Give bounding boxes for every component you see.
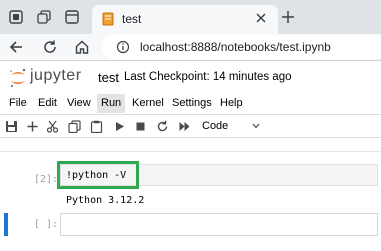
new-tab-icon[interactable] bbox=[280, 9, 296, 25]
jupyter-logo-icon[interactable] bbox=[8, 67, 28, 89]
url-text[interactable]: localhost:8888/notebooks/test.ipynb bbox=[140, 40, 331, 54]
tab-title: test bbox=[122, 12, 142, 26]
back-icon[interactable] bbox=[8, 39, 24, 55]
add-cell-icon[interactable] bbox=[26, 120, 39, 133]
cell-divider bbox=[0, 151, 381, 152]
refresh-icon[interactable] bbox=[42, 39, 58, 55]
tab-actions-icon[interactable] bbox=[36, 9, 52, 25]
menu-edit[interactable]: Edit bbox=[34, 94, 61, 113]
menu-view[interactable]: View bbox=[63, 94, 95, 113]
menu-help[interactable]: Help bbox=[216, 94, 247, 113]
highlight-annotation bbox=[57, 161, 139, 189]
save-icon[interactable] bbox=[5, 120, 18, 133]
home-icon[interactable] bbox=[74, 39, 90, 55]
active-cell-indicator bbox=[4, 213, 8, 236]
code-cell-input[interactable] bbox=[60, 213, 378, 236]
checkpoint-status: Last Checkpoint: 14 minutes ago bbox=[124, 71, 292, 83]
jupyter-header: jupyter test Last Checkpoint: 14 minutes… bbox=[0, 60, 381, 94]
chevron-down-icon[interactable] bbox=[252, 123, 260, 129]
copy-icon[interactable] bbox=[68, 120, 81, 133]
site-info-icon[interactable] bbox=[116, 40, 130, 54]
address-bar[interactable]: localhost:8888/notebooks/test.ipynb bbox=[102, 35, 381, 59]
jupyter-wordmark: jupyter bbox=[30, 67, 82, 84]
cut-icon[interactable] bbox=[46, 120, 59, 133]
cell-prompt: [ ]: bbox=[34, 219, 59, 230]
cell-output: Python 3.12.2 bbox=[66, 195, 145, 206]
run-all-icon[interactable] bbox=[178, 120, 191, 133]
browser-nav-bar: localhost:8888/notebooks/test.ipynb bbox=[0, 34, 381, 60]
run-icon[interactable] bbox=[113, 120, 126, 133]
menu-bar: File Edit View Run Kernel Settings Help bbox=[0, 94, 381, 113]
notebook-icon bbox=[102, 12, 114, 26]
restart-icon[interactable] bbox=[156, 120, 169, 133]
workspaces-icon[interactable] bbox=[8, 9, 24, 25]
notebook-name[interactable]: test bbox=[98, 70, 119, 85]
close-icon[interactable] bbox=[254, 11, 268, 25]
tab-grid-icon[interactable] bbox=[64, 9, 80, 25]
stop-icon[interactable] bbox=[134, 120, 147, 133]
browser-tab[interactable]: test bbox=[92, 5, 278, 34]
paste-icon[interactable] bbox=[90, 120, 103, 133]
cell-prompt: [2]: bbox=[34, 174, 59, 185]
menu-settings[interactable]: Settings bbox=[168, 94, 216, 113]
menu-run[interactable]: Run bbox=[97, 94, 126, 113]
cell-type-select[interactable]: Code bbox=[202, 120, 228, 132]
notebook-toolbar: Code bbox=[0, 114, 381, 138]
browser-tab-strip: test bbox=[0, 0, 381, 34]
menu-kernel[interactable]: Kernel bbox=[128, 94, 168, 113]
menu-file[interactable]: File bbox=[5, 94, 31, 113]
